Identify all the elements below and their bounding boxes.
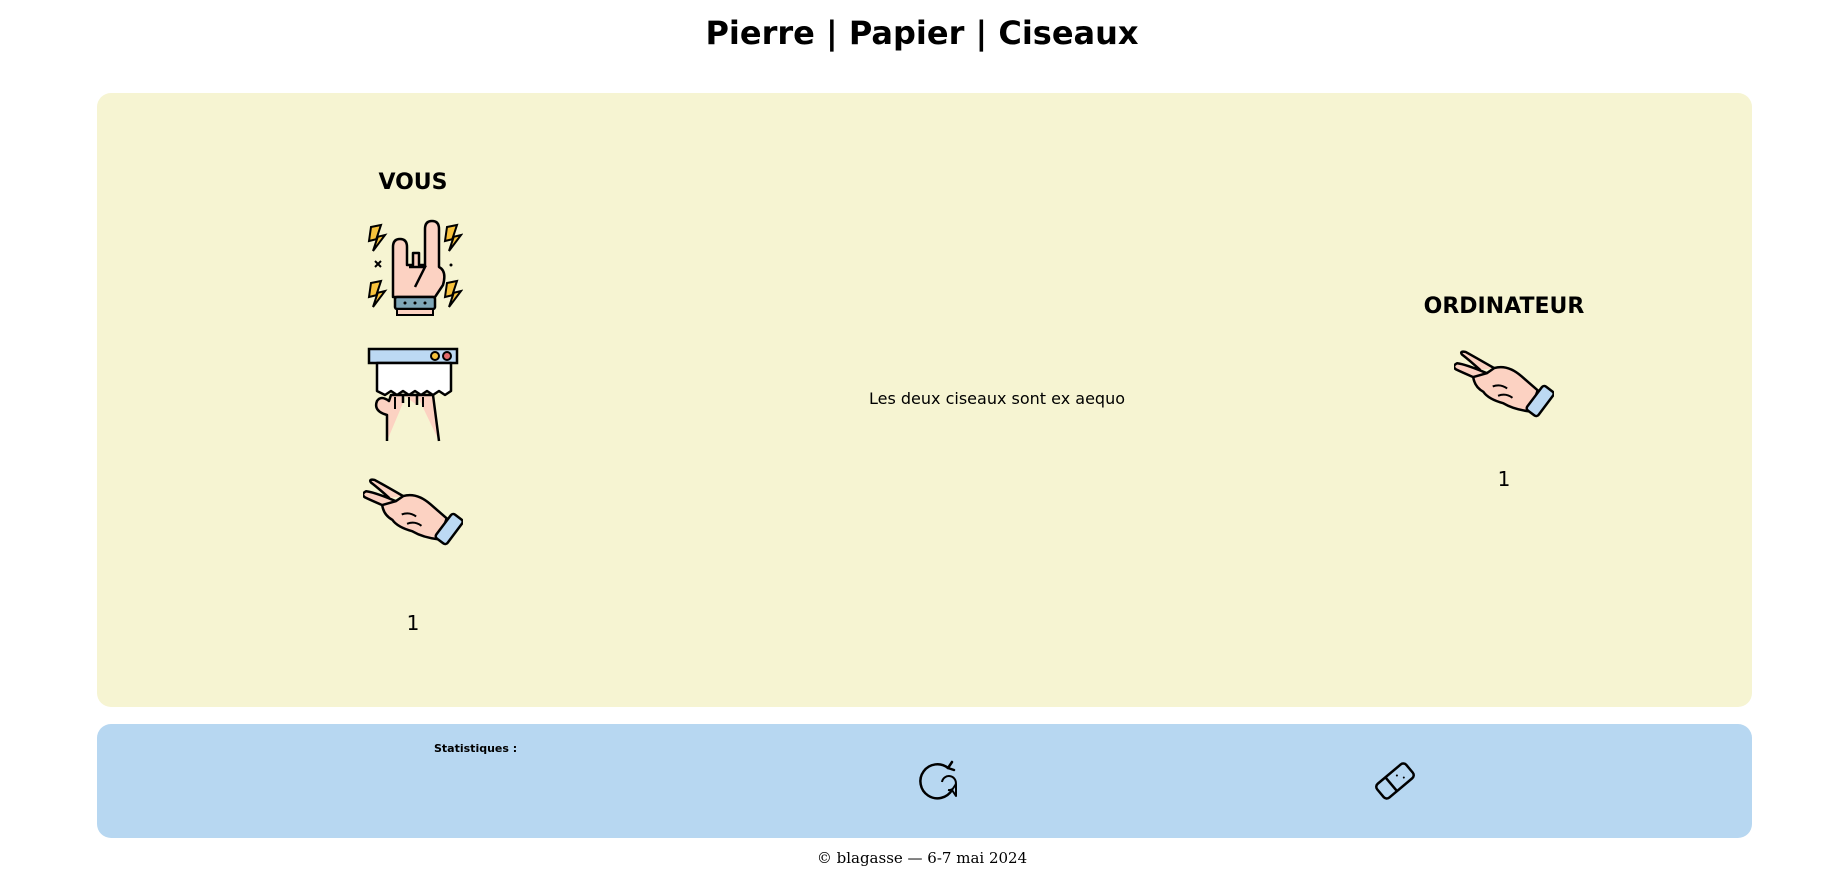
result-message: Les deux ciseaux sont ex aequo — [869, 389, 1125, 408]
player-score: 1 — [406, 611, 420, 635]
scissors-hand-icon — [363, 478, 463, 546]
rock-hand-icon — [367, 219, 463, 316]
replay-button[interactable] — [912, 756, 962, 806]
computer-score: 1 — [1497, 467, 1511, 491]
paper-hand-icon — [367, 347, 459, 442]
rock-choice-button[interactable] — [363, 217, 463, 317]
player-heading: VOUS — [378, 170, 448, 195]
page-title: Pierre | Papier | Ciseaux — [705, 14, 1139, 52]
player-column: VOUS 1 — [293, 163, 533, 635]
eraser-icon — [1375, 762, 1415, 800]
scissors-choice-button[interactable] — [363, 473, 463, 573]
stats-panel: Statistiques : — [97, 724, 1752, 838]
scissors-hand-icon — [1454, 350, 1554, 418]
computer-choice — [1454, 345, 1554, 445]
computer-column: ORDINATEUR 1 — [1384, 291, 1624, 491]
replay-icon — [919, 760, 957, 800]
stats-label: Statistiques : — [434, 742, 518, 755]
computer-heading: ORDINATEUR — [1423, 294, 1585, 319]
footer: © blagasse — 6-7 mai 2024 — [816, 849, 1028, 867]
game-panel: VOUS 1 Les deux ciseaux sont ex aequo OR… — [97, 93, 1752, 707]
reset-button[interactable] — [1370, 756, 1420, 806]
paper-choice-button[interactable] — [363, 345, 463, 445]
